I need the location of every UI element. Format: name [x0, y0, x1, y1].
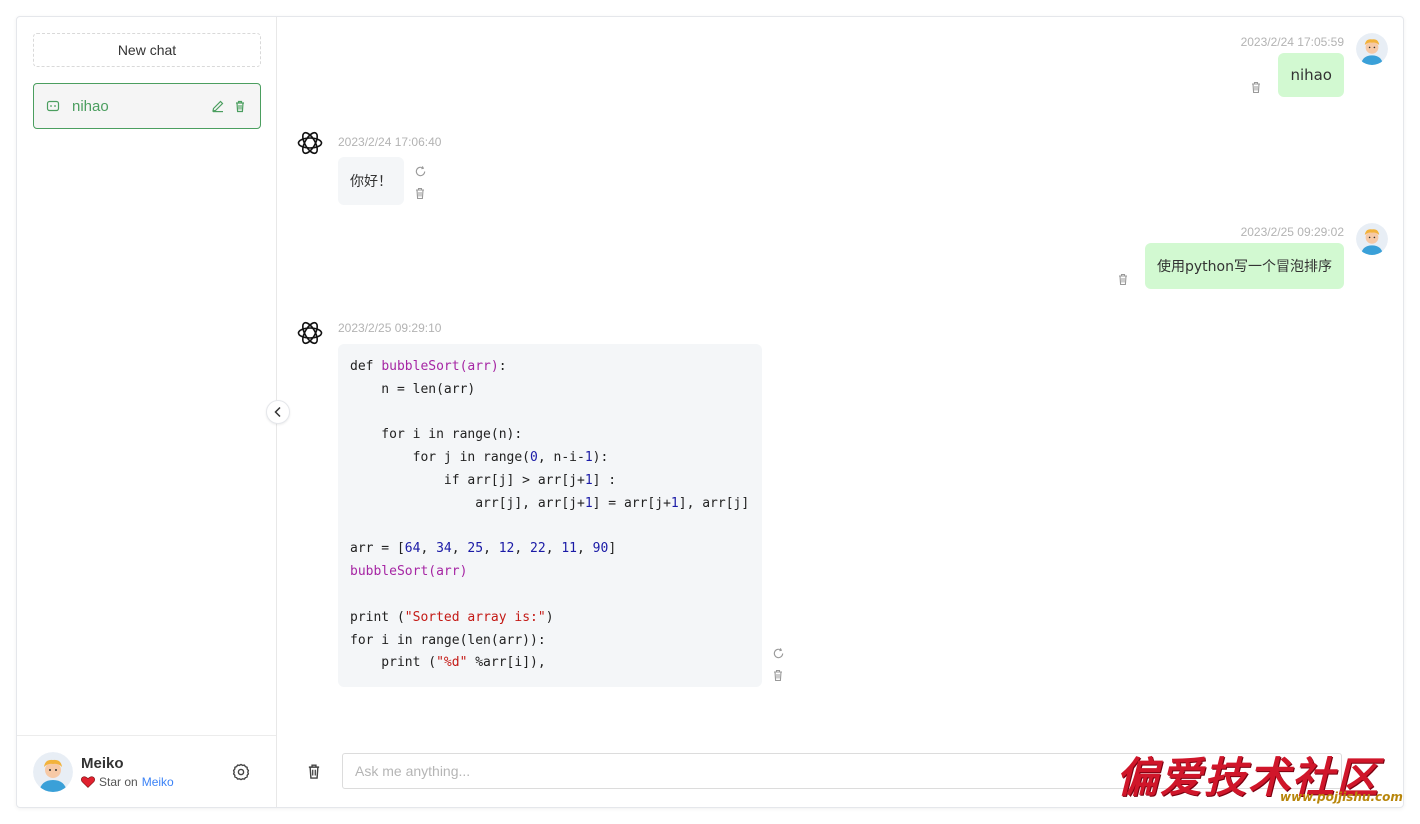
code-line: for i in range(n): [350, 427, 523, 443]
code-block: def bubbleSort(arr): n = len(arr) ​ for i… [338, 344, 762, 687]
code-line: print ("%d" %arr[i]), [350, 655, 546, 671]
regenerate-icon[interactable] [770, 645, 786, 661]
new-chat-button[interactable]: New chat [33, 33, 261, 67]
user-panel: Meiko Star on Meiko [17, 735, 276, 807]
message-assistant: 2023/2/25 09:29:10 def bubbleSort(arr): … [296, 319, 816, 699]
message-assistant: 2023/2/24 17:06:40 你好！ [296, 129, 496, 209]
openai-logo-icon [296, 319, 324, 347]
watermark-logo: 偏爱技术社区 www.pojjishu.com [1112, 740, 1412, 810]
edit-icon[interactable] [210, 98, 226, 114]
user-avatar [1356, 33, 1388, 65]
delete-message-icon[interactable] [770, 667, 786, 683]
chat-main: 2023/2/24 17:05:59 nihao 2023/2/24 17:06… [278, 17, 1404, 807]
conversation-item-nihao[interactable]: nihao [33, 83, 261, 129]
user-message-bubble: nihao [1278, 53, 1344, 97]
delete-icon[interactable] [232, 98, 248, 114]
heart-icon [81, 775, 95, 788]
message-timestamp: 2023/2/24 17:05:59 [1240, 35, 1344, 49]
message-timestamp: 2023/2/24 17:06:40 [338, 135, 442, 149]
delete-message-icon[interactable] [1115, 271, 1131, 287]
message-timestamp: 2023/2/25 09:29:10 [338, 321, 442, 335]
code-line: arr[j], arr[j+1] = arr[j+1], arr[j] [350, 495, 750, 511]
sidebar: New chat nihao Meiko Star on Meiko [17, 17, 277, 807]
code-line: ​ [350, 584, 750, 607]
code-line: def bubbleSort(arr): [350, 359, 507, 374]
star-link[interactable]: Meiko [142, 775, 174, 789]
message-user: 2023/2/24 17:05:59 nihao [1241, 33, 1388, 97]
message-user: 2023/2/25 09:29:02 使用python写一个冒泡排序 [1115, 223, 1388, 289]
code-line: for j in range(0, n-i-1): [350, 450, 609, 466]
settings-gear-icon[interactable] [230, 761, 252, 783]
clear-conversation-trash-icon[interactable] [304, 761, 324, 781]
delete-message-icon[interactable] [412, 185, 428, 201]
code-line: ​ [350, 516, 750, 539]
openai-logo-icon [296, 129, 324, 157]
regenerate-icon[interactable] [412, 163, 428, 179]
code-line: ​ [350, 402, 750, 425]
user-message-bubble: 使用python写一个冒泡排序 [1145, 243, 1344, 289]
code-line: if arr[j] > arr[j+1] : [350, 472, 617, 488]
user-avatar [1356, 223, 1388, 255]
assistant-code-bubble: def bubbleSort(arr): n = len(arr) ​ for i… [338, 344, 762, 687]
star-line: Star on Meiko [81, 775, 230, 789]
delete-message-icon[interactable] [1248, 79, 1264, 95]
code-line: bubbleSort(arr) [350, 564, 468, 580]
code-line: print ("Sorted array is:") [350, 609, 554, 625]
assistant-message-bubble: 你好！ [338, 157, 404, 205]
star-prefix: Star on [99, 774, 138, 789]
chat-app: New chat nihao Meiko Star on Meiko 2023/… [16, 16, 1404, 808]
code-line: n = len(arr) [350, 381, 476, 397]
user-avatar [33, 751, 73, 792]
user-name: Meiko [81, 754, 124, 772]
chat-bubble-icon [46, 99, 60, 113]
message-timestamp: 2023/2/25 09:29:02 [1240, 225, 1344, 239]
code-line: for i in range(len(arr)): [350, 632, 546, 648]
watermark-url: www.pojjishu.com [1280, 790, 1403, 804]
conversation-title: nihao [72, 97, 109, 115]
code-line: arr = [64, 34, 25, 12, 22, 11, 90] [350, 541, 617, 557]
